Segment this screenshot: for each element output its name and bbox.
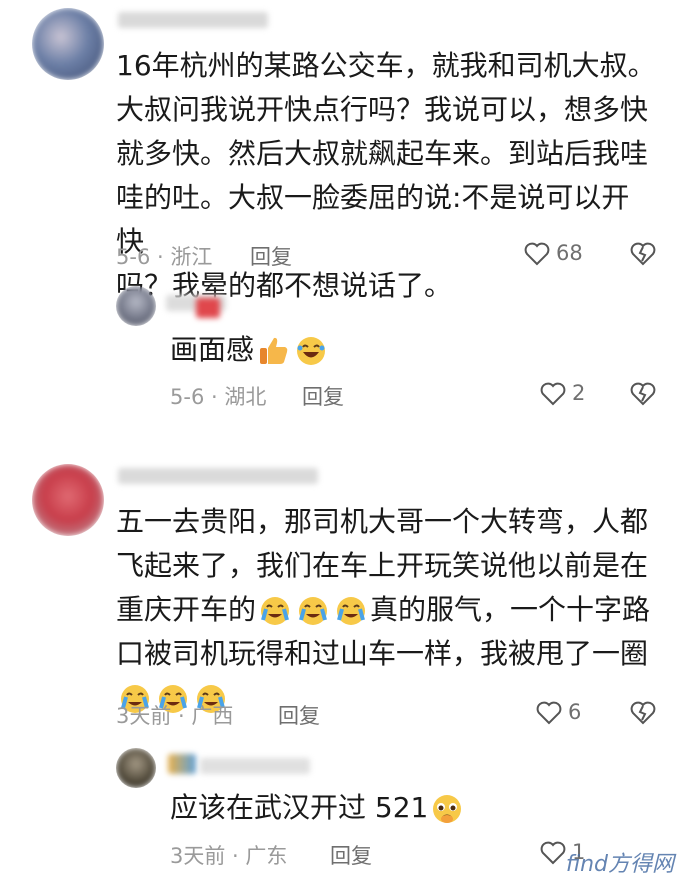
broken-heart-icon[interactable]: [630, 701, 656, 729]
like-count: 6: [568, 700, 582, 724]
laughing-emoji: [294, 334, 328, 368]
comment-line: 应该在武汉开过 521: [170, 791, 429, 824]
comment-text: 应该在武汉开过 521: [170, 786, 466, 830]
comment-line: 五一去贵阳，那司机大哥一个大转弯，人都: [116, 505, 649, 538]
comment-line: 重庆开车的 真的服气，一个十字路: [116, 593, 651, 628]
pleading-emoji: [430, 792, 464, 826]
comment-line: 飞起来了，我们在车上开玩笑说他以前是在: [116, 549, 649, 582]
comment-meta: 3天前 · 广西: [116, 704, 234, 728]
like-count: 2: [572, 381, 586, 405]
heart-outline-icon[interactable]: [524, 242, 550, 270]
like-count: 68: [556, 241, 583, 265]
broken-heart-icon[interactable]: [630, 242, 656, 270]
comment-meta: 5-6 · 浙江: [116, 245, 213, 269]
avatar[interactable]: [32, 464, 104, 536]
username-blurred[interactable]: [118, 468, 318, 484]
comment-line: 画面感: [170, 333, 255, 366]
reply-button[interactable]: 回复: [250, 241, 292, 271]
reply-button[interactable]: 回复: [302, 381, 344, 411]
comment-line: 16年杭州的某路公交车，就我和司机大叔。: [116, 49, 656, 82]
comment-meta: 5-6 · 湖北: [170, 385, 267, 409]
comment-meta: 3天前 · 广东: [170, 844, 288, 868]
avatar[interactable]: [116, 748, 156, 788]
reply-button[interactable]: 回复: [278, 700, 320, 730]
comment-text: 五一去贵阳，那司机大哥一个大转弯，人都 飞起来了，我们在车上开玩笑说他以前是在 …: [116, 500, 656, 720]
avatar[interactable]: [116, 286, 156, 326]
thumbs-up-emoji: [256, 334, 290, 368]
crying-emoji: [258, 594, 292, 628]
username-blurred[interactable]: [118, 12, 268, 28]
username-badge-blurred: [168, 754, 196, 774]
heart-outline-icon[interactable]: [540, 382, 566, 410]
broken-heart-icon[interactable]: [630, 382, 656, 410]
crying-emoji: [334, 594, 368, 628]
username-blurred[interactable]: [200, 758, 310, 774]
username-badge-blurred: [196, 298, 220, 318]
avatar[interactable]: [32, 8, 104, 80]
crying-emoji: [296, 594, 330, 628]
comment-line: 口被司机玩得和过山车一样，我被甩了一圈: [116, 637, 649, 670]
watermark: find方得网: [565, 852, 674, 877]
reply-button[interactable]: 回复: [330, 840, 372, 870]
heart-outline-icon[interactable]: [540, 841, 566, 869]
comment-line: 大叔问我说开快点行吗？我说可以，想多快: [116, 93, 649, 126]
comment-line: 就多快。然后大叔就飙起车来。到站后我哇: [116, 137, 649, 170]
comment-text: 画面感: [170, 328, 330, 372]
heart-outline-icon[interactable]: [536, 701, 562, 729]
